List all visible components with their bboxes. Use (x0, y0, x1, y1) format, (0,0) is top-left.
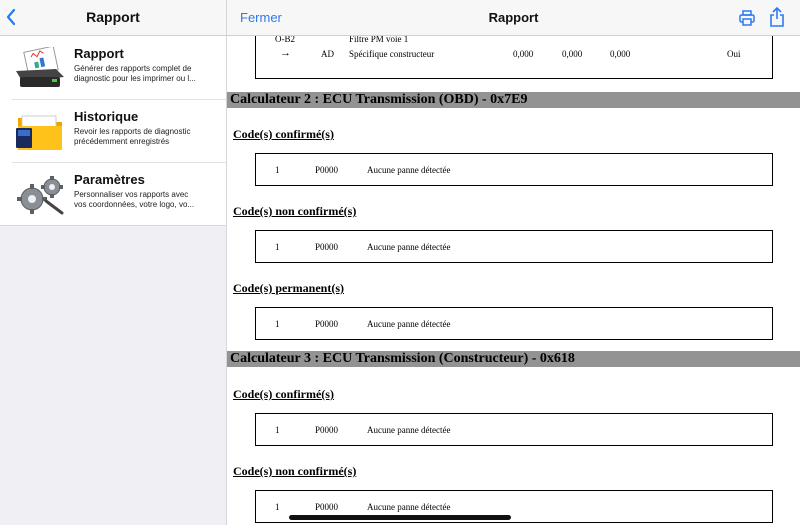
main-panel: Fermer Rapport O-B2 Filtre PM voie 1 → A… (227, 0, 800, 525)
code-description: Aucune panne détectée (367, 319, 451, 329)
share-icon[interactable] (769, 6, 785, 27)
sidebar-item-title: Rapport (74, 46, 124, 61)
code-id: P0000 (315, 242, 339, 252)
prev-code: O-B2 (275, 36, 295, 44)
page-title: Rapport (488, 10, 539, 25)
section-title: Code(s) confirmé(s) (233, 127, 334, 141)
ecu-header: Calculateur 2 : ECU Transmission (OBD) -… (227, 92, 800, 108)
code-id: P0000 (315, 165, 339, 175)
sidebar-item-title: Paramètres (74, 172, 145, 187)
code-description: Aucune panne détectée (367, 165, 451, 175)
arrow-icon: → (280, 47, 291, 59)
sidebar-list: Rapport Générer des rapports complet de … (0, 36, 226, 226)
code-number: 1 (275, 319, 280, 329)
code-description: Aucune panne détectée (367, 425, 451, 435)
section-title: Code(s) non confirmé(s) (233, 464, 357, 478)
prev-status: Oui (727, 49, 741, 59)
code-id: P0000 (315, 502, 339, 512)
prev-value: 0,000 (610, 49, 631, 59)
report-content[interactable]: O-B2 Filtre PM voie 1 → AD Spécifique co… (227, 36, 800, 525)
ecu-header: Calculateur 3 : ECU Transmission (Constr… (227, 351, 800, 367)
code-description: Aucune panne détectée (367, 502, 451, 512)
prev-type: AD (321, 49, 334, 59)
sidebar-item-desc: Revoir les rapports de diagnostic précéd… (74, 127, 191, 146)
code-row: 1 P0000 Aucune panne détectée (255, 413, 773, 446)
section-title: Code(s) confirmé(s) (233, 387, 334, 401)
sidebar-item-title: Historique (74, 109, 139, 124)
home-indicator[interactable] (289, 515, 511, 520)
print-icon[interactable] (738, 9, 756, 27)
code-number: 1 (275, 425, 280, 435)
code-description: Aucune panne détectée (367, 242, 451, 252)
gears-settings-icon (12, 173, 68, 217)
previous-table: O-B2 Filtre PM voie 1 → AD Spécifique co… (255, 36, 773, 79)
code-row: 1 P0000 Aucune panne détectée (255, 230, 773, 263)
code-id: P0000 (315, 319, 339, 329)
printer-report-icon (12, 45, 68, 91)
section-title: Code(s) permanent(s) (233, 281, 344, 295)
prev-value: 0,000 (513, 49, 534, 59)
sidebar-item-rapport[interactable]: Rapport Générer des rapports complet de … (0, 36, 226, 99)
section-title: Code(s) non confirmé(s) (233, 204, 357, 218)
main-navbar: Fermer Rapport (227, 0, 800, 36)
sidebar-item-desc: Personnaliser vos rapports avec vos coor… (74, 190, 195, 209)
prev-value: 0,000 (562, 49, 583, 59)
folder-history-icon (12, 110, 68, 154)
sidebar-navbar: Rapport (0, 0, 226, 36)
code-number: 1 (275, 502, 280, 512)
prev-name2: Spécifique constructeur (349, 49, 435, 59)
code-number: 1 (275, 242, 280, 252)
code-id: P0000 (315, 425, 339, 435)
code-row: 1 P0000 Aucune panne détectée (255, 307, 773, 340)
code-number: 1 (275, 165, 280, 175)
sidebar-item-historique[interactable]: Historique Revoir les rapports de diagno… (0, 99, 226, 162)
sidebar-item-desc: Générer des rapports complet de diagnost… (74, 64, 196, 83)
sidebar-item-parametres[interactable]: Paramètres Personnaliser vos rapports av… (0, 162, 226, 226)
sidebar: Rapport Rapport Générer des rapports com… (0, 0, 227, 525)
code-row: 1 P0000 Aucune panne détectée (255, 153, 773, 186)
sidebar-title: Rapport (86, 9, 140, 25)
prev-name: Filtre PM voie 1 (349, 36, 409, 44)
